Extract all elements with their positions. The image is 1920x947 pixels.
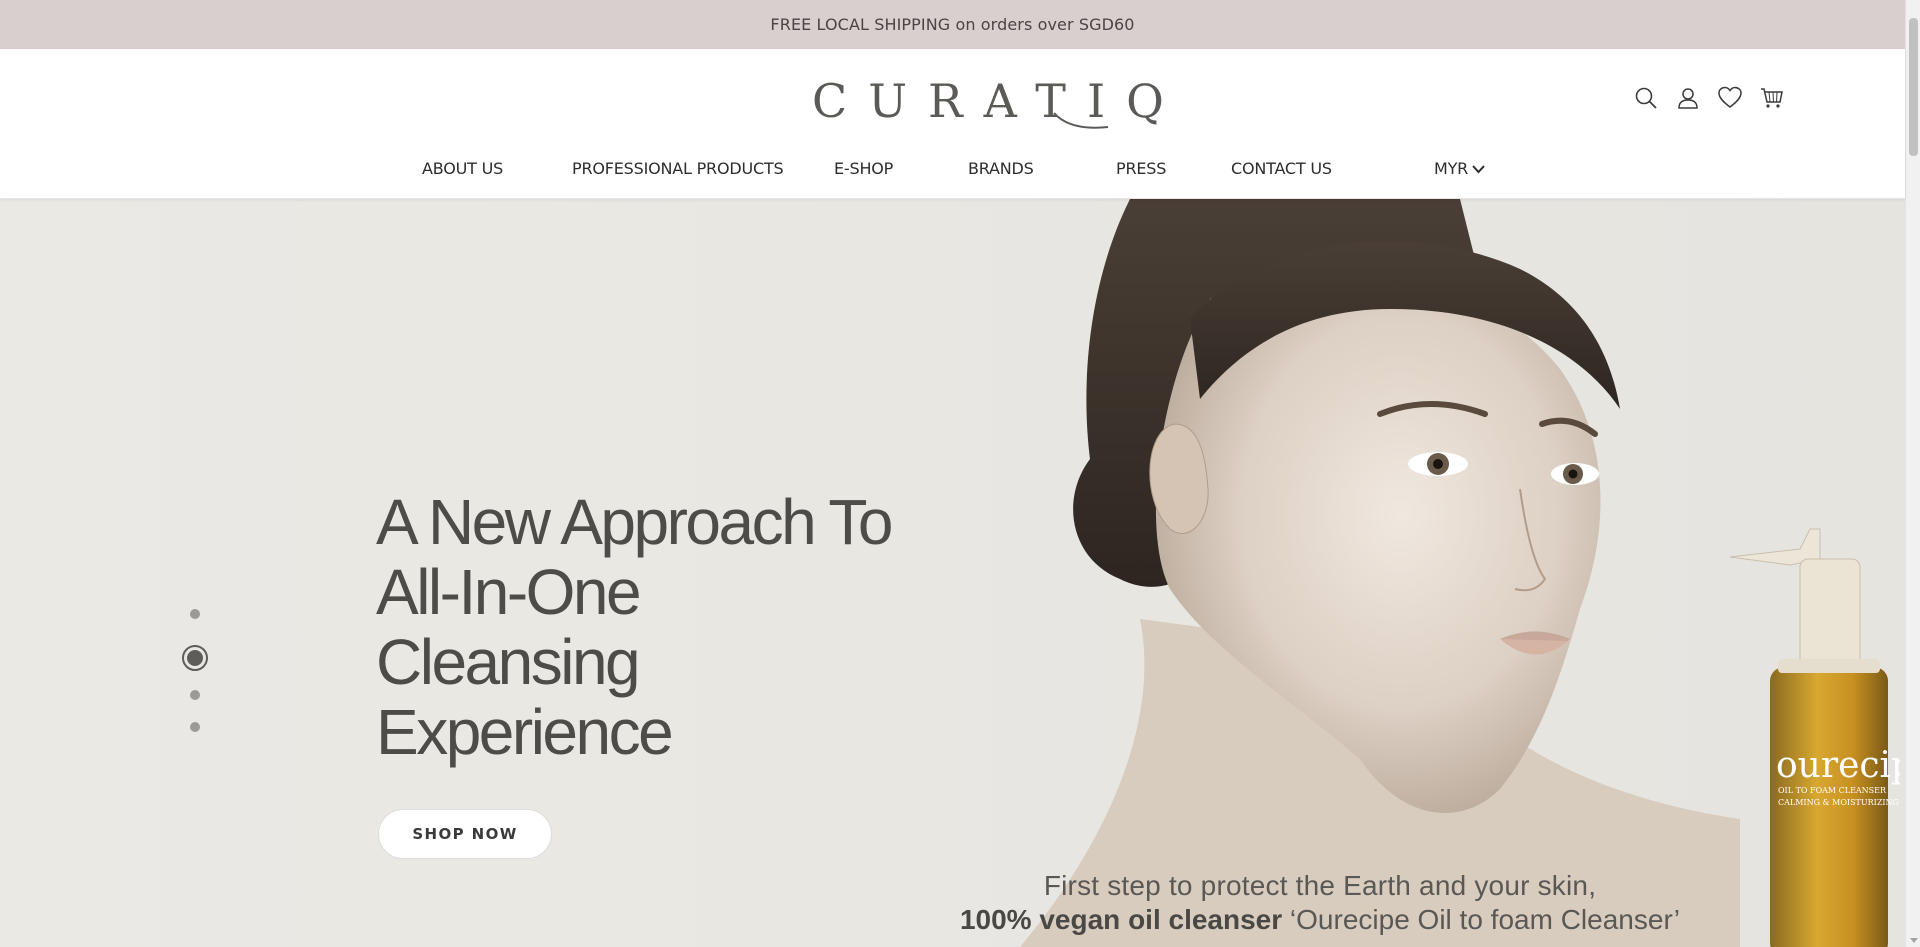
nav-e-shop[interactable]: E-SHOP [834,159,893,178]
caption-line-1: First step to protect the Earth and your… [1043,870,1597,901]
caption-bold: 100% vegan oil cleanser [959,904,1283,935]
headline-line-3: Cleansing [376,626,641,698]
scroll-down-arrow-icon[interactable] [1910,938,1918,943]
nav-professional-products[interactable]: PROFESSIONAL PRODUCTS [572,159,784,178]
bottle-sub-text-2: CALMING & MOISTURIZING [1778,798,1899,807]
hero-headline: A New Approach To All-In-One Cleansing E… [376,487,936,767]
hero-slider: ourecipe OIL TO FOAM CLEANSER CALMING & … [0,199,1905,947]
wishlist-icon[interactable] [1717,85,1743,111]
caption-rest: ‘Ourecipe Oil to foam Cleanser’ [1282,904,1681,935]
announcement-bar: FREE LOCAL SHIPPING on orders over SGD60 [0,0,1905,49]
announcement-text: FREE LOCAL SHIPPING on orders over SGD60 [770,15,1135,34]
chevron-down-icon [1472,164,1485,173]
slide-dot-3[interactable] [190,690,200,700]
nav-contact-us[interactable]: CONTACT US [1231,159,1332,178]
caption-line-2: 100% vegan oil cleanser ‘Ourecipe Oil to… [930,903,1710,937]
headline-line-4: Experience [376,696,674,768]
slide-dot-4[interactable] [190,722,200,732]
currency-selector[interactable]: MYR [1434,159,1485,178]
brand-logo[interactable]: CURATIQ [812,77,1164,129]
page-scrollbar[interactable] [1905,0,1920,947]
header-icons [1633,85,1785,111]
site-header: CURATIQ ABOUT US PROFESSIONAL PRODUCTS E… [0,49,1905,199]
headline-line-1: A New Approach To [376,486,893,558]
scrollbar-thumb[interactable] [1909,18,1918,156]
hero-model-image [1020,199,1740,947]
logo-swash [1053,112,1109,129]
account-icon[interactable] [1675,85,1701,111]
bottle-sub-text-1: OIL TO FOAM CLEANSER [1778,786,1887,795]
cart-icon[interactable] [1759,85,1785,111]
main-nav: ABOUT US PROFESSIONAL PRODUCTS E-SHOP BR… [0,159,1905,183]
hero-caption: First step to protect the Earth and your… [930,869,1710,937]
logo-text: CURATIQ [812,74,1185,128]
search-icon[interactable] [1633,85,1659,111]
nav-press[interactable]: PRESS [1116,159,1166,178]
slide-dot-1[interactable] [190,609,200,619]
shop-now-button[interactable]: SHOP NOW [378,809,552,859]
nav-brands[interactable]: BRANDS [968,159,1034,178]
currency-label: MYR [1434,159,1469,178]
bottle-brand-text: ourecipe [1776,745,1900,786]
slide-dot-2-active[interactable] [182,645,208,671]
headline-line-2: All-In-One [376,556,642,628]
product-bottle-image: ourecipe OIL TO FOAM CLEANSER CALMING & … [1729,528,1900,947]
nav-about-us[interactable]: ABOUT US [422,159,503,178]
